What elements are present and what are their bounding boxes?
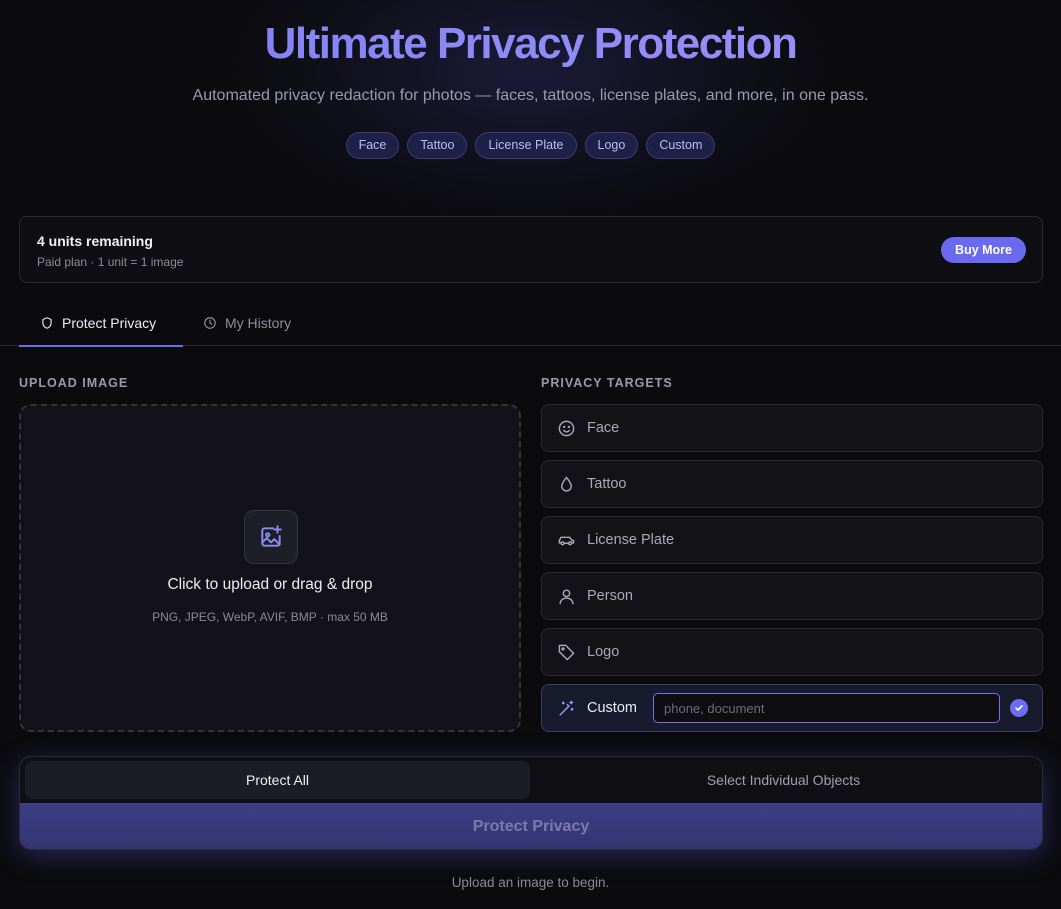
shield-icon — [42, 317, 52, 329]
protect-privacy-button[interactable]: Protect Privacy — [20, 803, 1042, 849]
target-custom[interactable]: Custom — [541, 684, 1043, 732]
mode-selector: Protect All Select Individual Objects — [20, 757, 1042, 803]
target-label: Logo — [587, 644, 620, 660]
custom-target-input[interactable] — [653, 693, 1000, 723]
chip-license-plate: License Plate — [475, 132, 577, 159]
image-plus-icon — [244, 510, 298, 564]
chip-tattoo: Tattoo — [407, 132, 468, 159]
target-label: Face — [587, 420, 620, 436]
upload-section-label: UPLOAD IMAGE — [19, 376, 129, 390]
target-license-plate[interactable]: License Plate — [541, 516, 1043, 564]
page-title: Ultimate Privacy Protection — [0, 18, 1061, 70]
target-logo[interactable]: Logo — [541, 628, 1043, 676]
droplet-icon — [561, 476, 572, 492]
mode-protect-all[interactable]: Protect All — [25, 761, 530, 799]
magic-wand-icon — [559, 700, 574, 716]
tab-protect-privacy[interactable]: Protect Privacy — [19, 300, 183, 347]
plan-info: Paid plan · 1 unit = 1 image — [37, 255, 184, 269]
clock-icon — [204, 317, 216, 329]
chip-custom: Custom — [646, 132, 716, 159]
target-label: License Plate — [587, 532, 675, 548]
target-face[interactable]: Face — [541, 404, 1043, 452]
units-card: 4 units remaining Paid plan · 1 unit = 1… — [19, 216, 1043, 283]
target-label: Tattoo — [587, 476, 627, 492]
person-icon — [559, 589, 574, 605]
tab-bar: Protect Privacy My History — [0, 300, 1061, 347]
upload-dropzone[interactable]: Click to upload or drag & drop PNG, JPEG… — [19, 404, 521, 732]
target-label: Custom — [587, 700, 637, 716]
page-subtitle: Automated privacy redaction for photos —… — [192, 87, 869, 104]
tag-icon — [558, 644, 575, 661]
targets-section-label: PRIVACY TARGETS — [541, 376, 673, 390]
car-icon — [558, 536, 575, 546]
upload-title: Click to upload or drag & drop — [167, 576, 373, 593]
upload-formats: PNG, JPEG, WebP, AVIF, BMP · max 50 MB — [152, 610, 388, 624]
action-card: Protect All Select Individual Objects Pr… — [19, 756, 1043, 850]
units-remaining: 4 units remaining — [37, 233, 153, 249]
target-person[interactable]: Person — [541, 572, 1043, 620]
mode-select-individual[interactable]: Select Individual Objects — [531, 761, 1036, 799]
feature-chips: Face Tattoo License Plate Logo Custom — [0, 132, 1061, 159]
target-tattoo[interactable]: Tattoo — [541, 460, 1043, 508]
tab-label: My History — [225, 315, 292, 331]
chip-face: Face — [345, 132, 400, 159]
check-icon — [1010, 699, 1028, 717]
buy-more-button[interactable]: Buy More — [941, 237, 1026, 263]
target-label: Person — [587, 588, 633, 604]
tab-label: Protect Privacy — [62, 315, 157, 331]
tab-my-history[interactable]: My History — [203, 300, 323, 346]
chip-logo: Logo — [584, 132, 639, 159]
smile-icon — [558, 420, 575, 437]
status-message: Upload an image to begin. — [451, 875, 610, 890]
